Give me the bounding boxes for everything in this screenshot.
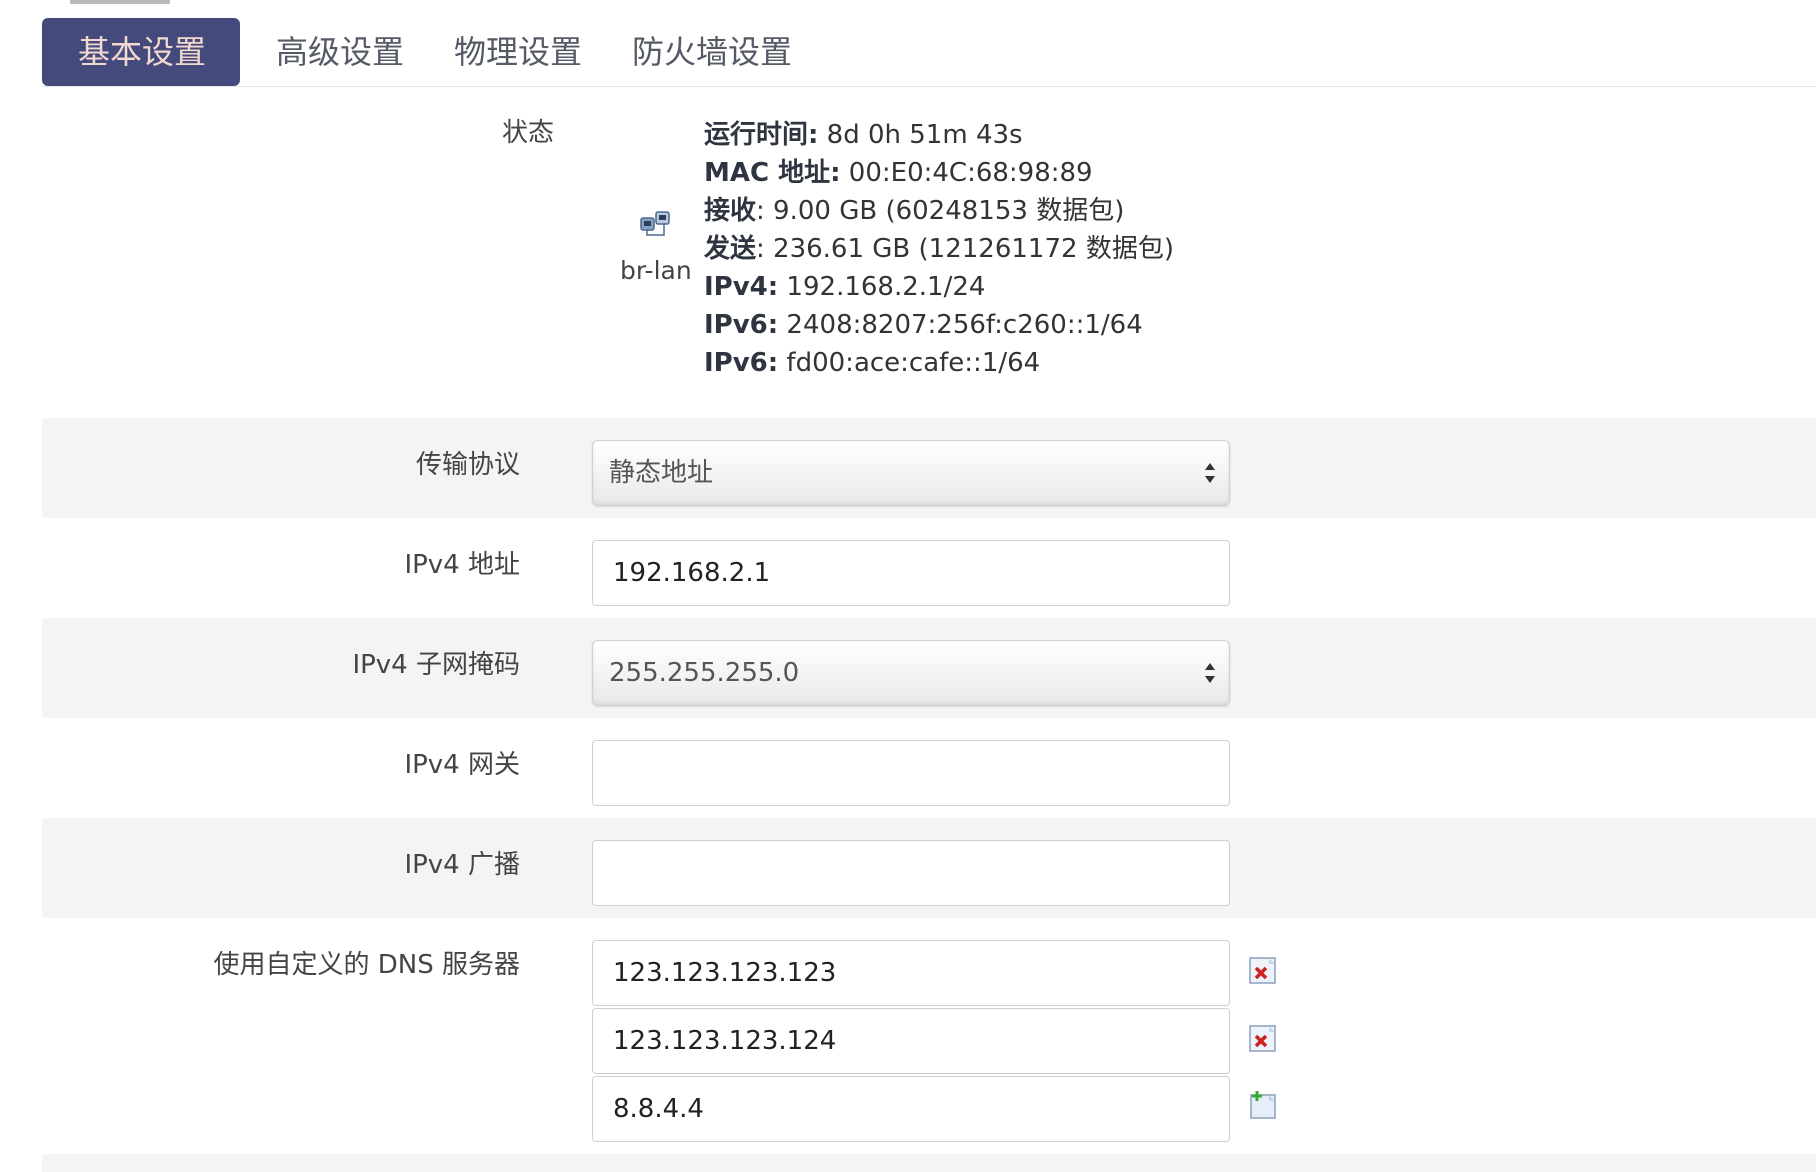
interface-settings-page: 基本设置 高级设置 物理设置 防火墙设置 状态 br-lan 运行时间: 8d … — [0, 0, 1816, 1172]
ipv4-broadcast-input[interactable] — [592, 840, 1230, 906]
custom-dns-label: 使用自定义的 DNS 服务器 — [213, 950, 520, 980]
custom-dns-row: 使用自定义的 DNS 服务器 123.123.123.123 123.123.1… — [42, 918, 1816, 1154]
status-label: 状态 — [501, 118, 554, 148]
select-arrows-icon — [1205, 463, 1215, 483]
status-uptime: 运行时间: 8d 0h 51m 43s — [704, 120, 1023, 150]
clipped-heading — [70, 0, 170, 4]
status-rx: 接收: 9.00 GB (60248153 数据包) — [704, 196, 1125, 226]
ipv4-broadcast-row: IPv4 广播 — [42, 818, 1816, 918]
dns-server-input-3[interactable]: 8.8.4.4 — [592, 1076, 1230, 1142]
tab-bar: 基本设置 高级设置 物理设置 防火墙设置 — [42, 18, 1816, 87]
network-interface-icon — [640, 211, 670, 236]
dns-server-input-1[interactable]: 123.123.123.123 — [592, 940, 1230, 1006]
status-ipv4: IPv4: 192.168.2.1/24 — [704, 272, 986, 302]
add-dns-icon[interactable] — [1248, 1090, 1278, 1120]
ipv4-netmask-label: IPv4 子网掩码 — [352, 650, 520, 680]
ipv4-netmask-row: IPv4 子网掩码 255.255.255.0 — [42, 618, 1816, 718]
interface-name: br-lan — [620, 256, 692, 285]
protocol-select[interactable]: 静态地址 — [592, 440, 1230, 506]
status-mac: MAC 地址: 00:E0:4C:68:98:89 — [704, 158, 1093, 188]
ipv4-netmask-select[interactable]: 255.255.255.0 — [592, 640, 1230, 706]
ipv4-netmask-value: 255.255.255.0 — [609, 658, 800, 688]
remove-dns-icon[interactable] — [1248, 1024, 1278, 1054]
select-arrows-icon — [1205, 663, 1215, 683]
protocol-value: 静态地址 — [609, 458, 714, 488]
ipv4-address-row: IPv4 地址 192.168.2.1 — [42, 518, 1816, 618]
tab-basic-settings[interactable]: 基本设置 — [42, 18, 240, 86]
remove-dns-icon[interactable] — [1248, 956, 1278, 986]
status-tx: 发送: 236.61 GB (121261172 数据包) — [704, 234, 1174, 264]
tab-physical-settings[interactable]: 物理设置 — [418, 18, 618, 86]
protocol-row: 传输协议 静态地址 — [42, 418, 1816, 518]
ipv4-address-label: IPv4 地址 — [404, 550, 520, 580]
next-row-strip — [42, 1154, 1816, 1172]
ipv4-gateway-row: IPv4 网关 — [42, 718, 1816, 818]
tab-firewall-settings[interactable]: 防火墙设置 — [596, 18, 828, 86]
tab-advanced-settings[interactable]: 高级设置 — [240, 18, 440, 86]
ipv4-broadcast-label: IPv4 广播 — [404, 850, 520, 880]
ipv4-address-input[interactable]: 192.168.2.1 — [592, 540, 1230, 606]
status-details: 运行时间: 8d 0h 51m 43s MAC 地址: 00:E0:4C:68:… — [704, 116, 1174, 382]
protocol-label: 传输协议 — [415, 450, 520, 480]
dns-server-input-2[interactable]: 123.123.123.124 — [592, 1008, 1230, 1074]
status-ipv6-ula: IPv6: fd00:ace:cafe::1/64 — [704, 348, 1041, 378]
status-ipv6-global: IPv6: 2408:8207:256f:c260::1/64 — [704, 310, 1143, 340]
ipv4-gateway-label: IPv4 网关 — [404, 750, 520, 780]
ipv4-gateway-input[interactable] — [592, 740, 1230, 806]
